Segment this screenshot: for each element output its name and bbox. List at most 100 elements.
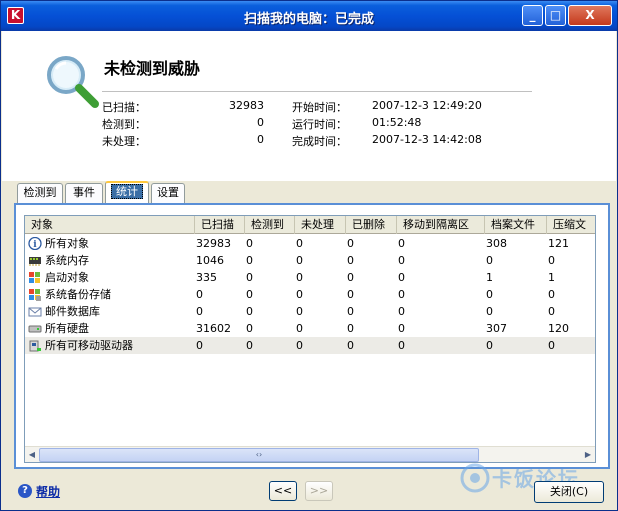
row-value: 0 <box>196 339 203 352</box>
previous-button[interactable]: << <box>269 481 297 501</box>
horizontal-scrollbar[interactable]: ◀ ‹› ▶ <box>25 446 595 462</box>
row-value: 1 <box>486 271 493 284</box>
scan-window: K 扫描我的电脑：已完成 _ □ X 未检测到威胁 已扫描： 32983 开始时… <box>0 0 618 511</box>
row-object-name: 所有可移动驱动器 <box>45 339 133 352</box>
header-separator <box>102 91 532 92</box>
table-row[interactable]: 邮件数据库 0 0 0 0 0 0 0 <box>25 303 595 320</box>
column-header-object[interactable]: 对象 <box>25 216 195 234</box>
row-value: 0 <box>347 271 354 284</box>
row-object-name: 系统内存 <box>45 254 89 267</box>
scroll-left-arrow-icon[interactable]: ◀ <box>25 448 39 462</box>
row-value: 120 <box>548 322 569 335</box>
row-value: 0 <box>398 237 405 250</box>
row-value: 0 <box>486 339 493 352</box>
removable-drive-icon <box>29 340 41 352</box>
windows-backup-icon <box>29 289 41 301</box>
untreated-value: 0 <box>257 133 264 146</box>
row-value: 32983 <box>196 237 231 250</box>
detected-value: 0 <box>257 116 264 129</box>
row-object-name: 系统备份存储 <box>45 288 111 301</box>
next-button[interactable]: >> <box>305 481 333 501</box>
row-value: 0 <box>296 254 303 267</box>
table-header: 对象 已扫描 检测到 未处理 已删除 移动到隔离区 档案文件 压缩文 <box>25 216 595 234</box>
tab-settings[interactable]: 设置 <box>151 183 185 203</box>
table-row[interactable]: 系统内存 1046 0 0 0 0 0 0 <box>25 252 595 269</box>
row-value: 0 <box>548 305 555 318</box>
run-time-label: 运行时间： <box>292 118 347 131</box>
svg-text:i: i <box>33 240 37 250</box>
row-value: 0 <box>296 305 303 318</box>
table-row[interactable]: 系统备份存储 0 0 0 0 0 0 0 <box>25 286 595 303</box>
row-value: 0 <box>347 237 354 250</box>
row-value: 307 <box>486 322 507 335</box>
statistics-panel: 对象 已扫描 检测到 未处理 已删除 移动到隔离区 档案文件 压缩文 i 所有对象… <box>14 203 610 469</box>
column-header-deleted[interactable]: 已删除 <box>346 216 397 234</box>
row-value: 0 <box>486 288 493 301</box>
table-row[interactable]: 所有硬盘 31602 0 0 0 0 307 120 <box>25 320 595 337</box>
row-value: 308 <box>486 237 507 250</box>
close-button[interactable]: 关闭(C) <box>534 481 604 503</box>
info-icon: i <box>28 237 42 250</box>
row-value: 0 <box>398 339 405 352</box>
row-value: 0 <box>347 305 354 318</box>
watermark-logo-icon <box>460 463 490 493</box>
start-time-label: 开始时间： <box>292 101 347 114</box>
row-value: 1046 <box>196 254 224 267</box>
close-window-button[interactable]: X <box>568 5 612 26</box>
row-value: 0 <box>296 288 303 301</box>
mail-database-icon <box>28 307 42 317</box>
row-value: 121 <box>548 237 569 250</box>
help-icon[interactable]: ? <box>18 484 32 498</box>
row-value: 0 <box>398 271 405 284</box>
tab-statistics[interactable]: 统计 <box>105 181 149 203</box>
row-value: 0 <box>347 322 354 335</box>
column-header-scanned[interactable]: 已扫描 <box>195 216 245 234</box>
row-value: 0 <box>486 305 493 318</box>
column-header-packed[interactable]: 压缩文 <box>547 216 595 234</box>
minimize-button[interactable]: _ <box>522 5 543 26</box>
window-content: 未检测到威胁 已扫描： 32983 开始时间： 2007-12-3 12:49:… <box>2 31 616 510</box>
help-link[interactable]: 帮助 <box>36 483 60 500</box>
row-value: 0 <box>548 288 555 301</box>
statistics-table[interactable]: 对象 已扫描 检测到 未处理 已删除 移动到隔离区 档案文件 压缩文 i 所有对象… <box>24 215 596 463</box>
row-value: 0 <box>347 288 354 301</box>
finish-time-value: 2007-12-3 14:42:08 <box>372 133 482 146</box>
row-value: 0 <box>296 271 303 284</box>
start-time-value: 2007-12-3 12:49:20 <box>372 99 482 112</box>
column-header-quarantined[interactable]: 移动到隔离区 <box>397 216 485 234</box>
row-value: 31602 <box>196 322 231 335</box>
hard-disk-icon <box>28 325 42 333</box>
row-object-name: 邮件数据库 <box>45 305 100 318</box>
tab-detected[interactable]: 检测到 <box>17 183 63 203</box>
scroll-thumb[interactable]: ‹› <box>39 448 479 462</box>
row-value: 0 <box>398 288 405 301</box>
finish-time-label: 完成时间： <box>292 135 347 148</box>
row-value: 0 <box>398 322 405 335</box>
row-value: 0 <box>548 339 555 352</box>
row-value: 0 <box>296 322 303 335</box>
row-value: 0 <box>196 305 203 318</box>
row-value: 0 <box>246 305 253 318</box>
title-bar[interactable]: K 扫描我的电脑：已完成 _ □ X <box>1 1 617 31</box>
table-row[interactable]: i 所有对象 32983 0 0 0 0 308 121 <box>25 235 595 252</box>
scroll-right-arrow-icon[interactable]: ▶ <box>581 448 595 462</box>
row-object-name: 启动对象 <box>45 271 89 284</box>
memory-icon <box>29 257 41 266</box>
scan-result-headline: 未检测到威胁 <box>104 59 201 78</box>
column-header-detected[interactable]: 检测到 <box>245 216 295 234</box>
maximize-button[interactable]: □ <box>545 5 566 26</box>
row-value: 0 <box>246 322 253 335</box>
row-value: 0 <box>246 237 253 250</box>
tab-events[interactable]: 事件 <box>65 183 103 203</box>
table-row[interactable]: 所有可移动驱动器 0 0 0 0 0 0 0 <box>25 337 595 354</box>
scanned-value: 32983 <box>229 99 264 112</box>
row-value: 0 <box>296 237 303 250</box>
detected-label: 检测到： <box>102 118 146 131</box>
column-header-untreated[interactable]: 未处理 <box>295 216 346 234</box>
row-value: 0 <box>246 271 253 284</box>
row-value: 0 <box>398 305 405 318</box>
column-header-archives[interactable]: 档案文件 <box>485 216 547 234</box>
row-value: 335 <box>196 271 217 284</box>
row-value: 0 <box>246 254 253 267</box>
table-row[interactable]: 启动对象 335 0 0 0 0 1 1 <box>25 269 595 286</box>
